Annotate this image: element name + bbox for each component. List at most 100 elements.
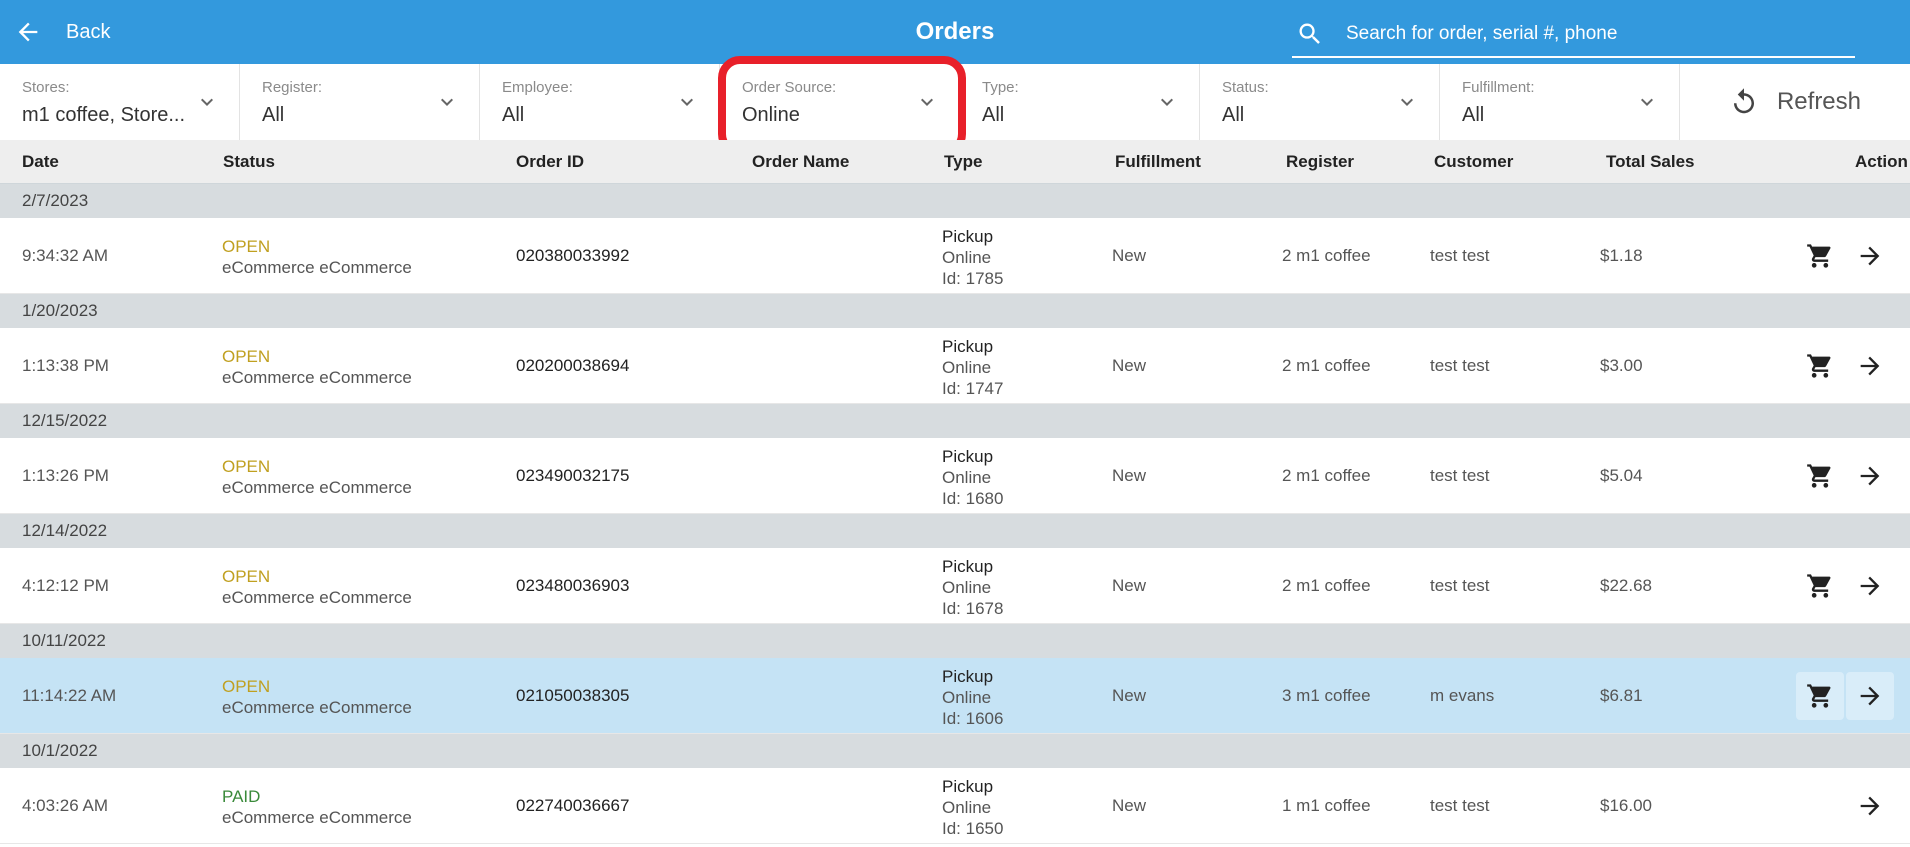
order-type-id: Id: 1680 bbox=[942, 489, 1004, 508]
order-type-id: Id: 1678 bbox=[942, 599, 1004, 618]
register-name: 2 m1 coffee bbox=[1282, 246, 1371, 265]
filter-status[interactable]: Status: All bbox=[1200, 64, 1440, 140]
status-cell: PAID eCommerce eCommerce bbox=[222, 786, 412, 828]
table-row[interactable]: 9:34:32 AM OPEN eCommerce eCommerce 0203800… bbox=[0, 218, 1910, 294]
back-button[interactable]: Back bbox=[14, 16, 110, 48]
filter-label: Order Source: bbox=[742, 79, 837, 96]
filter-order-source[interactable]: Order Source: Online bbox=[720, 64, 960, 140]
cart-icon[interactable] bbox=[1796, 672, 1844, 720]
column-header-action: Action bbox=[1855, 152, 1908, 171]
order-type: Pickup bbox=[942, 337, 994, 356]
date-group-header: 2/7/2023 bbox=[0, 184, 1910, 218]
column-header-order-id[interactable]: Order ID bbox=[516, 152, 584, 172]
customer-name: test test bbox=[1430, 576, 1490, 595]
order-time: 4:12:12 PM bbox=[22, 576, 109, 595]
column-header-date[interactable]: Date bbox=[22, 152, 59, 172]
type-cell: Pickup Online Id: 1606 bbox=[942, 666, 1003, 729]
search-bar bbox=[1292, 12, 1855, 58]
order-type: Pickup bbox=[942, 447, 994, 466]
column-header-customer[interactable]: Customer bbox=[1434, 152, 1513, 172]
search-icon[interactable] bbox=[1296, 20, 1324, 48]
order-id: 021050038305 bbox=[516, 686, 630, 705]
column-header-status[interactable]: Status bbox=[223, 152, 275, 172]
status-badge: OPEN bbox=[222, 677, 271, 696]
orders-table: 2/7/2023 9:34:32 AM OPEN eCommerce eCommerc… bbox=[0, 184, 1910, 844]
order-type: Pickup bbox=[942, 557, 994, 576]
arrow-right-icon[interactable] bbox=[1846, 452, 1894, 500]
order-type: Pickup bbox=[942, 667, 994, 686]
table-header: Date Status Order ID Order Name Type Ful… bbox=[0, 140, 1910, 184]
order-source-label: eCommerce eCommerce bbox=[222, 258, 412, 277]
arrow-right-icon[interactable] bbox=[1846, 782, 1894, 830]
total-sales: $3.00 bbox=[1600, 356, 1643, 375]
type-cell: Pickup Online Id: 1650 bbox=[942, 776, 1003, 839]
status-cell: OPEN eCommerce eCommerce bbox=[222, 456, 412, 498]
table-row[interactable]: 11:14:22 AM OPEN eCommerce eCommerce 021050… bbox=[0, 658, 1910, 734]
status-badge: OPEN bbox=[222, 237, 271, 256]
fulfillment-status: New bbox=[1112, 356, 1147, 375]
filter-value: Online bbox=[742, 104, 800, 126]
order-type-id: Id: 1606 bbox=[942, 709, 1004, 728]
order-source-label: eCommerce eCommerce bbox=[222, 698, 412, 717]
order-time: 11:14:22 AM bbox=[22, 686, 117, 705]
customer-name: test test bbox=[1430, 466, 1490, 485]
status-badge: OPEN bbox=[222, 567, 271, 586]
filter-type[interactable]: Type: All bbox=[960, 64, 1200, 140]
chevron-down-icon bbox=[921, 98, 933, 106]
order-type-source: Online bbox=[942, 248, 992, 267]
order-type-id: Id: 1650 bbox=[942, 819, 1004, 838]
search-input[interactable] bbox=[1346, 23, 1826, 45]
table-row[interactable]: 1:13:26 PM OPEN eCommerce eCommerce 0234900… bbox=[0, 438, 1910, 514]
order-source-label: eCommerce eCommerce bbox=[222, 368, 412, 387]
filter-label: Stores: bbox=[22, 79, 70, 96]
column-header-order-name[interactable]: Order Name bbox=[752, 152, 849, 172]
order-id: 020200038694 bbox=[516, 356, 630, 375]
order-id: 022740036667 bbox=[516, 796, 630, 815]
filter-label: Employee: bbox=[502, 79, 573, 96]
order-time: 1:13:26 PM bbox=[22, 466, 109, 485]
order-id: 023490032175 bbox=[516, 466, 630, 485]
register-name: 2 m1 coffee bbox=[1282, 466, 1371, 485]
column-header-total-sales[interactable]: Total Sales bbox=[1606, 152, 1695, 172]
table-row[interactable]: 4:12:12 PM OPEN eCommerce eCommerce 0234800… bbox=[0, 548, 1910, 624]
column-header-type[interactable]: Type bbox=[944, 152, 982, 172]
table-row[interactable]: 1:13:38 PM OPEN eCommerce eCommerce 0202000… bbox=[0, 328, 1910, 404]
filter-stores[interactable]: Stores: m1 coffee, Store... bbox=[0, 64, 240, 140]
cart-icon[interactable] bbox=[1796, 562, 1844, 610]
order-time: 1:13:38 PM bbox=[22, 356, 109, 375]
total-sales: $5.04 bbox=[1600, 466, 1643, 485]
chevron-down-icon bbox=[1401, 98, 1413, 106]
column-header-fulfillment[interactable]: Fulfillment bbox=[1115, 152, 1201, 172]
cart-icon[interactable] bbox=[1796, 342, 1844, 390]
cart-icon[interactable] bbox=[1796, 452, 1844, 500]
filter-label: Fulfillment: bbox=[1462, 79, 1535, 96]
fulfillment-status: New bbox=[1112, 246, 1147, 265]
arrow-right-icon[interactable] bbox=[1846, 232, 1894, 280]
back-label: Back bbox=[66, 20, 111, 43]
arrow-right-icon[interactable] bbox=[1846, 672, 1894, 720]
total-sales: $16.00 bbox=[1600, 796, 1652, 815]
total-sales: $22.68 bbox=[1600, 576, 1652, 595]
filter-register[interactable]: Register: All bbox=[240, 64, 480, 140]
register-name: 1 m1 coffee bbox=[1282, 796, 1371, 815]
cart-icon[interactable] bbox=[1796, 232, 1844, 280]
order-type-source: Online bbox=[942, 578, 992, 597]
arrow-right-icon[interactable] bbox=[1846, 342, 1894, 390]
order-type-id: Id: 1785 bbox=[942, 269, 1004, 288]
status-cell: OPEN eCommerce eCommerce bbox=[222, 236, 412, 278]
status-badge: PAID bbox=[222, 787, 261, 806]
table-row[interactable]: 4:03:26 AM PAID eCommerce eCommerce 0227400… bbox=[0, 768, 1910, 844]
order-type: Pickup bbox=[942, 227, 994, 246]
filter-fulfillment[interactable]: Fulfillment: All bbox=[1440, 64, 1680, 140]
filter-value: All bbox=[262, 104, 285, 126]
order-time: 9:34:32 AM bbox=[22, 246, 109, 265]
filter-employee[interactable]: Employee: All bbox=[480, 64, 720, 140]
order-source-label: eCommerce eCommerce bbox=[222, 808, 412, 827]
arrow-right-icon[interactable] bbox=[1846, 562, 1894, 610]
order-type: Pickup bbox=[942, 777, 994, 796]
filter-label: Type: bbox=[982, 79, 1019, 96]
column-header-register[interactable]: Register bbox=[1286, 152, 1354, 172]
refresh-icon bbox=[1733, 88, 1754, 114]
customer-name: test test bbox=[1430, 356, 1490, 375]
refresh-button[interactable]: Refresh bbox=[1680, 64, 1910, 140]
